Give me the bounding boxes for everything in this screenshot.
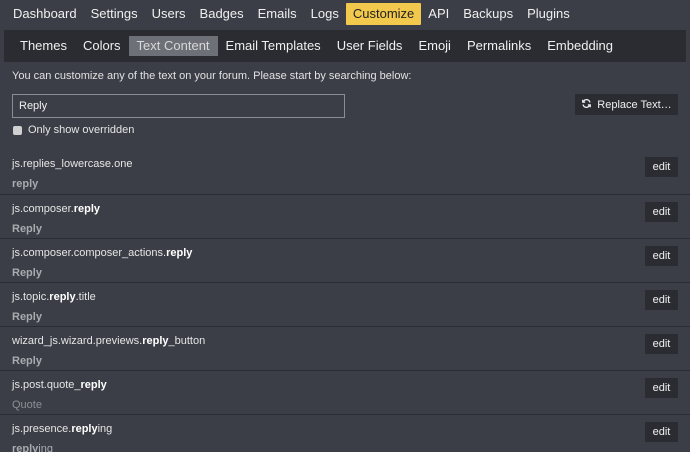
translation-value: Reply — [12, 355, 42, 367]
translation-key: js.composer.composer_actions.reply — [12, 247, 192, 259]
key-segment: js.topic. — [12, 291, 50, 303]
nav-item-users[interactable]: Users — [145, 3, 193, 25]
nav-item-api[interactable]: API — [421, 3, 456, 25]
translation-key: js.post.quote_reply — [12, 379, 107, 391]
tab-user-fields[interactable]: User Fields — [329, 36, 411, 56]
key-segment: js.presence. — [12, 423, 72, 435]
value-segment: Reply — [12, 223, 42, 235]
list-item: js.topic.reply.title Reply edit — [0, 283, 690, 327]
value-segment: ing — [38, 443, 53, 452]
list-item: js.composer.composer_actions.reply Reply e… — [0, 239, 690, 283]
key-segment: reply — [80, 379, 107, 391]
nav-item-logs[interactable]: Logs — [304, 3, 346, 25]
tab-embedding[interactable]: Embedding — [539, 36, 621, 56]
nav-item-backups[interactable]: Backups — [456, 3, 520, 25]
edit-button[interactable]: edit — [645, 334, 678, 354]
nav-item-badges[interactable]: Badges — [193, 3, 251, 25]
only-overridden-checkbox[interactable] — [13, 125, 22, 135]
value-segment: Reply — [12, 355, 42, 367]
admin-top-nav: Dashboard Settings Users Badges Emails Logs Cu… — [0, 0, 690, 28]
edit-button[interactable]: edit — [645, 290, 678, 310]
translation-key: wizard_js.wizard.previews.reply_button — [12, 335, 205, 347]
edit-button[interactable]: edit — [645, 246, 678, 266]
nav-item-plugins[interactable]: Plugins — [520, 3, 577, 25]
key-segment: .title — [75, 291, 96, 303]
key-segment: _button — [168, 335, 206, 347]
intro-text: You can customize any of the text on you… — [12, 70, 412, 82]
only-overridden-toggle[interactable]: Only show overridden — [13, 124, 134, 136]
key-segment: reply — [71, 423, 98, 435]
value-segment: reply — [12, 178, 39, 190]
nav-item-settings[interactable]: Settings — [84, 3, 145, 25]
value-segment: Reply — [12, 267, 42, 279]
tab-themes[interactable]: Themes — [12, 36, 75, 56]
translation-value: Quote — [12, 399, 42, 411]
key-segment: reply — [166, 247, 193, 259]
value-segment: Reply — [12, 311, 42, 323]
nav-item-dashboard[interactable]: Dashboard — [6, 3, 84, 25]
list-item: js.post.quote_reply Quote edit — [0, 371, 690, 415]
translation-key: js.presence.replying — [12, 423, 112, 435]
translation-key: js.topic.reply.title — [12, 291, 96, 303]
tab-emoji[interactable]: Emoji — [410, 36, 459, 56]
nav-item-emails[interactable]: Emails — [251, 3, 304, 25]
edit-button[interactable]: edit — [645, 422, 678, 442]
nav-item-customize[interactable]: Customize — [345, 3, 422, 25]
replace-text-button[interactable]: Replace Text… — [575, 94, 678, 115]
replace-text-label: Replace Text… — [597, 98, 672, 111]
list-item: js.replies_lowercase.onereply edit — [0, 150, 690, 195]
edit-button[interactable]: edit — [645, 378, 678, 398]
key-segment: js.post.quote_ — [12, 379, 81, 391]
key-segment: js.composer. — [12, 203, 74, 215]
key-segment: ing — [97, 423, 113, 435]
list-item: wizard_js.wizard.previews.reply_button Re… — [0, 327, 690, 371]
key-segment: wizard_js.wizard.previews. — [12, 335, 143, 347]
value-segment: Quote — [12, 399, 42, 411]
translation-value: Reply — [12, 311, 42, 323]
sync-icon — [581, 98, 592, 112]
edit-button[interactable]: edit — [645, 157, 678, 177]
translation-key: js.composer.reply — [12, 203, 100, 215]
key-segment: reply — [49, 291, 76, 303]
tab-permalinks[interactable]: Permalinks — [459, 36, 539, 56]
translation-value: replying — [12, 443, 53, 452]
list-item: js.presence.replying replying edit — [0, 415, 690, 452]
list-item: js.composer.reply Reply edit — [0, 195, 690, 239]
translation-value: reply — [12, 178, 38, 190]
tab-text-content[interactable]: Text Content — [128, 36, 218, 56]
key-segment: js.replies_lowercase.one — [12, 158, 133, 170]
key-segment: reply — [142, 335, 169, 347]
key-segment: js.composer.composer_actions. — [12, 247, 167, 259]
only-overridden-label: Only show overridden — [28, 124, 135, 136]
value-segment: reply — [12, 443, 39, 452]
customize-sub-nav: Themes Colors Text Content Email Templates U… — [4, 30, 686, 62]
translation-value: Reply — [12, 267, 42, 279]
tab-email-templates[interactable]: Email Templates — [218, 36, 329, 56]
translation-value: Reply — [12, 223, 42, 235]
key-segment: reply — [73, 203, 101, 215]
translation-key: js.replies_lowercase.one — [12, 158, 132, 170]
tab-colors[interactable]: Colors — [75, 36, 129, 56]
search-input[interactable] — [12, 94, 345, 118]
edit-button[interactable]: edit — [645, 202, 678, 222]
results-list: js.replies_lowercase.one reply edit js.comp… — [0, 150, 690, 452]
